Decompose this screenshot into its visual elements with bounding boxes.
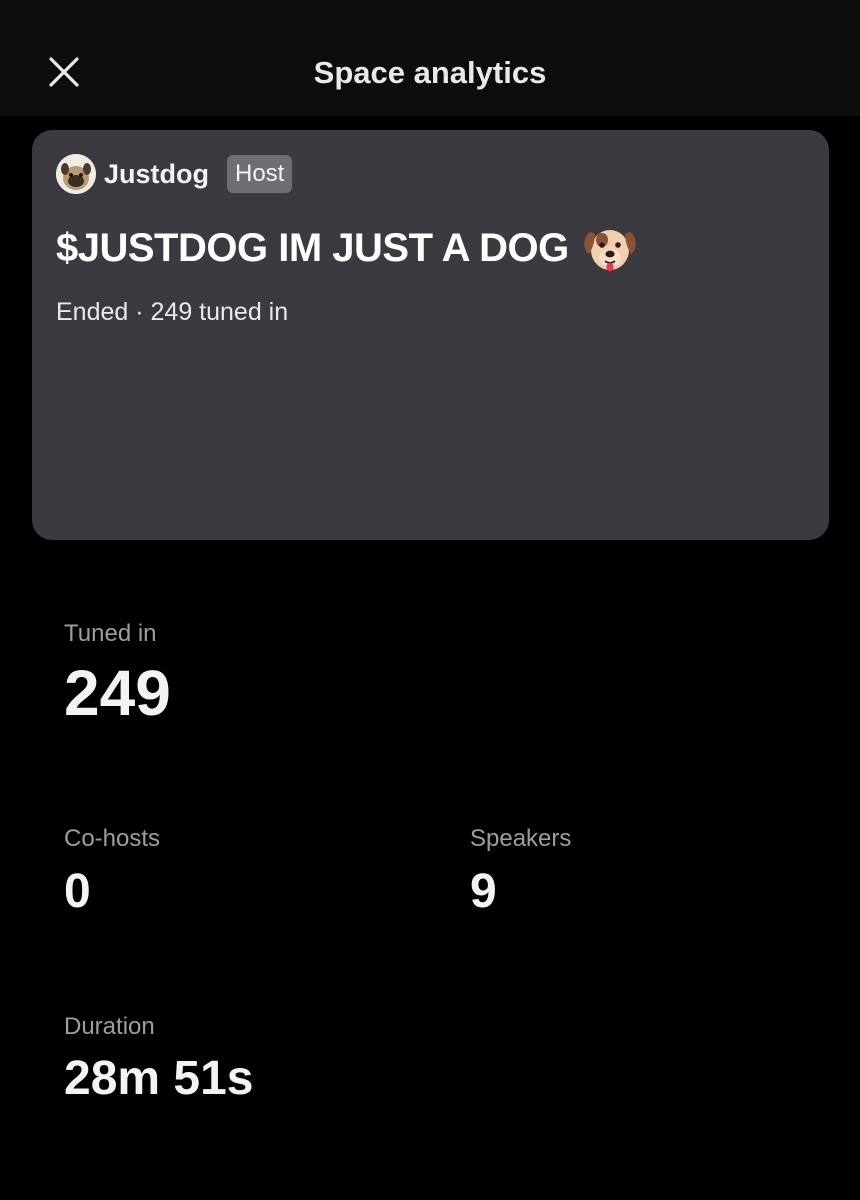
space-card[interactable]: Justdog Host $JUSTDOG IM JUST A DOG Ende…: [32, 130, 829, 540]
duration-label: Duration: [64, 1013, 155, 1040]
host-badge: Host: [227, 155, 293, 193]
dog-face-emoji: [584, 230, 636, 272]
cohosts-value: 0: [64, 865, 91, 918]
tuned-in-label: Tuned in: [64, 620, 157, 647]
top-bar: Space analytics: [0, 0, 860, 116]
space-title-text: $JUSTDOG IM JUST A DOG: [56, 225, 569, 270]
host-name[interactable]: Justdog: [104, 159, 209, 190]
tuned-in-value: 249: [64, 657, 171, 729]
speakers-label: Speakers: [470, 825, 572, 852]
speakers-value: 9: [470, 865, 497, 918]
space-title: $JUSTDOG IM JUST A DOG: [56, 220, 639, 276]
cohosts-label: Co-hosts: [64, 825, 161, 852]
duration-value: 28m 51s: [64, 1052, 254, 1105]
host-row: Justdog Host: [56, 154, 293, 194]
avatar[interactable]: [56, 154, 96, 194]
page-title: Space analytics: [313, 55, 547, 90]
space-status: Ended · 249 tuned in: [56, 298, 289, 326]
